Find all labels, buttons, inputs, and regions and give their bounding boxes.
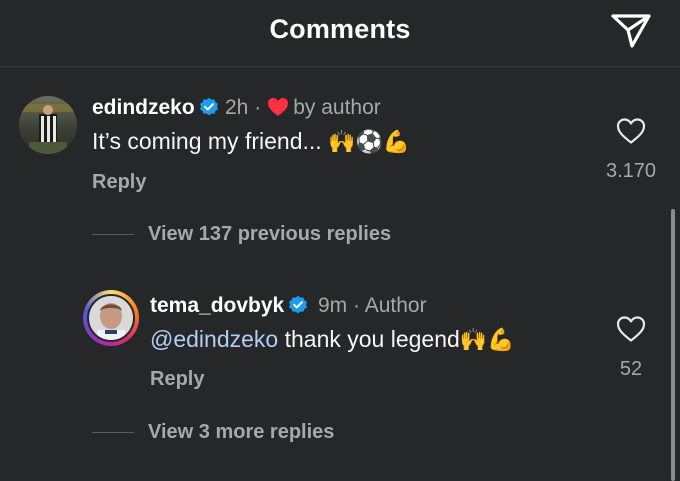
thread-line: [92, 432, 134, 433]
send-icon[interactable]: [608, 10, 654, 50]
username-text[interactable]: tema_dovbyk: [150, 294, 284, 317]
reply-body: thank you legend: [278, 326, 460, 352]
page-title: Comments: [269, 14, 411, 44]
verified-badge-icon: [199, 97, 218, 116]
avatar[interactable]: [19, 96, 77, 154]
comment-text: It’s coming my friend... 🙌⚽💪: [92, 128, 410, 155]
heart-icon: [268, 98, 289, 116]
separator-dot: ·: [353, 294, 361, 317]
thread-line: [92, 234, 134, 235]
reply-meta: 9m · Author: [318, 294, 427, 318]
verified-badge-icon: [289, 295, 308, 314]
like-count: 52: [619, 358, 643, 380]
story-ring[interactable]: [83, 290, 139, 346]
separator-dot: ·: [254, 96, 262, 119]
like-outline-icon[interactable]: [616, 315, 646, 343]
comment-username[interactable]: edindzeko: [92, 96, 219, 120]
header-divider: [0, 66, 680, 67]
view-more-replies-button[interactable]: View 3 more replies: [148, 421, 334, 444]
view-previous-replies-button[interactable]: View 137 previous replies: [148, 223, 391, 246]
comment-body: It’s coming my friend...: [92, 128, 322, 154]
comment-meta: 2h · by author: [225, 96, 381, 120]
liked-by-author-label: by author: [293, 96, 381, 119]
comment-emojis: 🙌⚽💪: [328, 130, 411, 155]
avatar[interactable]: [87, 294, 135, 342]
comments-screen: Comments edindzeko 2h · by author It’s c…: [0, 0, 680, 481]
reply-emojis: 🙌💪: [459, 328, 515, 353]
username-text[interactable]: edindzeko: [92, 96, 195, 119]
reply-button[interactable]: Reply: [92, 171, 146, 194]
reply-text: @edindzeko thank you legend🙌💪: [150, 326, 515, 353]
scrollbar[interactable]: [671, 209, 675, 481]
like-count: 3.170: [605, 160, 657, 182]
reply-username[interactable]: tema_dovbyk: [150, 294, 308, 318]
author-label: Author: [364, 294, 427, 317]
timestamp: 2h: [225, 96, 249, 119]
reply-button[interactable]: Reply: [150, 368, 204, 391]
mention-link[interactable]: @edindzeko: [150, 326, 278, 352]
like-outline-icon[interactable]: [616, 117, 646, 145]
timestamp: 9m: [318, 294, 348, 317]
